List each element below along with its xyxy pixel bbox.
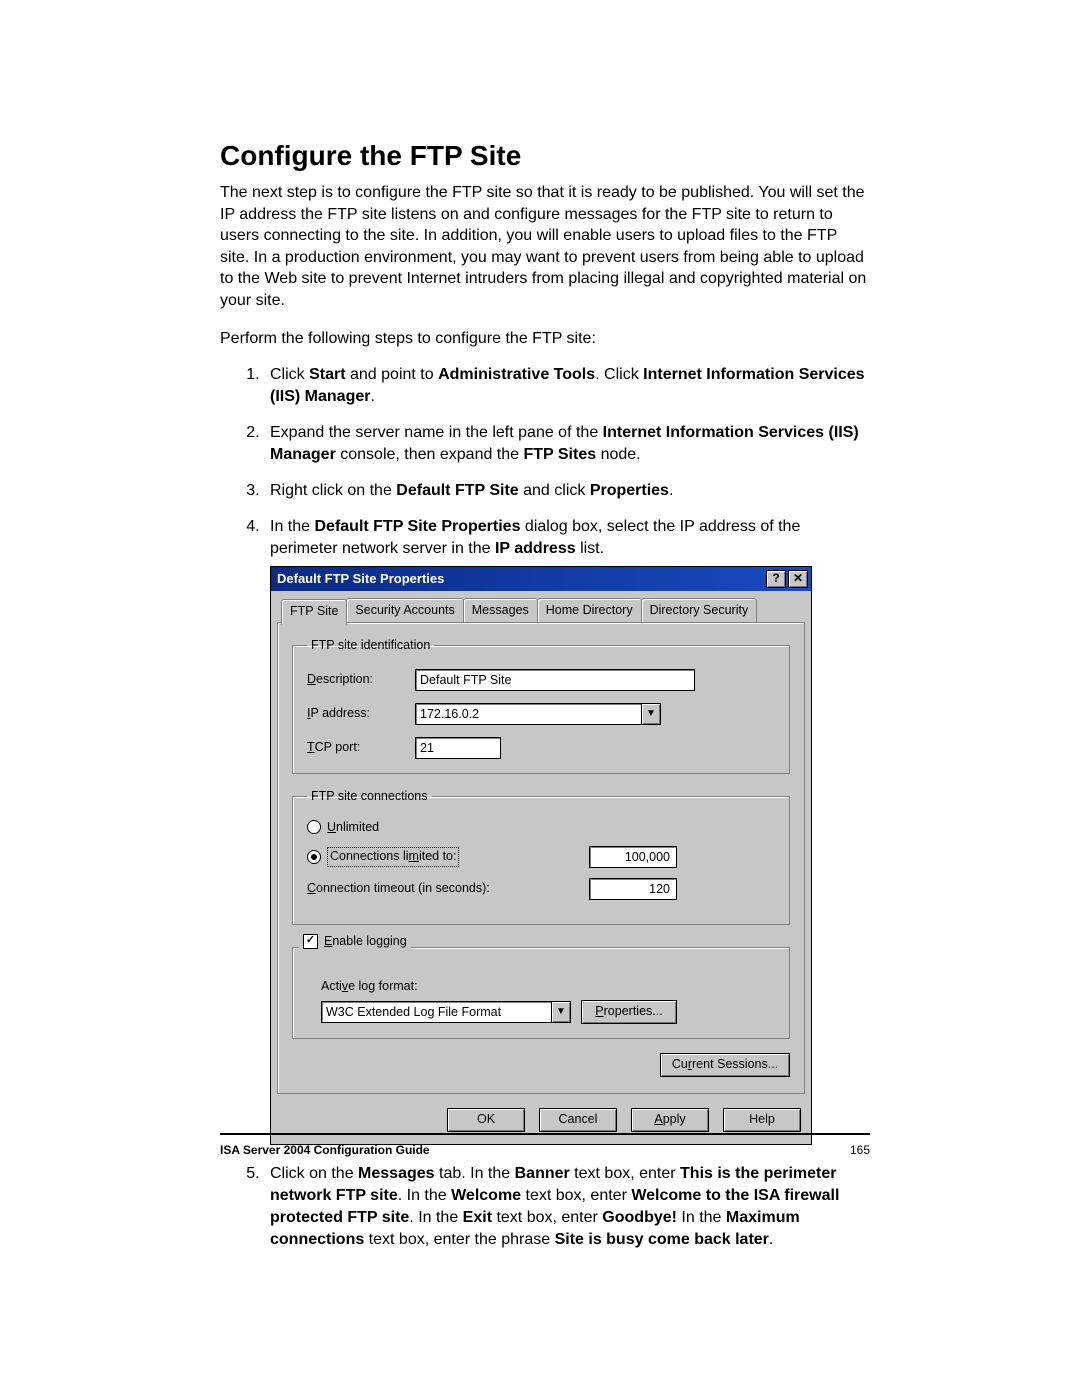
lead-paragraph: Perform the following steps to configure… bbox=[220, 330, 870, 348]
page-footer: ISA Server 2004 Configuration Guide 165 bbox=[220, 1133, 870, 1157]
dialog-title: Default FTP Site Properties bbox=[277, 570, 764, 588]
group-logging: ✓ Enable logging Active log format: ▼ bbox=[292, 939, 790, 1039]
input-description[interactable] bbox=[415, 669, 695, 691]
tab-messages[interactable]: Messages bbox=[463, 598, 538, 623]
checkbox-enable-logging[interactable]: ✓ Enable logging bbox=[299, 933, 411, 950]
properties-button[interactable]: Properties... bbox=[581, 1000, 677, 1024]
label-description: Description: bbox=[307, 671, 415, 688]
tab-home-directory[interactable]: Home Directory bbox=[537, 598, 642, 623]
label-active-log-format: Active log format: bbox=[321, 978, 775, 995]
cancel-button[interactable]: Cancel bbox=[539, 1108, 617, 1132]
radio-icon bbox=[307, 820, 321, 834]
close-button[interactable]: ✕ bbox=[788, 570, 808, 588]
step-5: Click on the Messages tab. In the Banner… bbox=[264, 1163, 870, 1251]
label-tcp-port: TCP port: bbox=[307, 739, 415, 756]
intro-paragraph: The next step is to configure the FTP si… bbox=[220, 182, 870, 312]
step-2: Expand the server name in the left pane … bbox=[264, 422, 870, 466]
group-ftp-connections: FTP site connections Unlimited Connectio… bbox=[292, 788, 790, 926]
current-sessions-button[interactable]: Current Sessions... bbox=[660, 1053, 790, 1077]
step-1: Click Start and point to Administrative … bbox=[264, 364, 870, 408]
group-ftp-identification: FTP site identification Description: IP … bbox=[292, 637, 790, 773]
input-tcp-port[interactable] bbox=[415, 737, 501, 759]
checkmark-icon: ✓ bbox=[303, 934, 318, 949]
tab-directory-security[interactable]: Directory Security bbox=[641, 598, 758, 623]
steps-list: Click Start and point to Administrative … bbox=[220, 364, 870, 1251]
apply-button[interactable]: Apply bbox=[631, 1108, 709, 1132]
input-connection-timeout[interactable] bbox=[589, 878, 677, 900]
help-button-bottom[interactable]: Help bbox=[723, 1108, 801, 1132]
tab-panel: FTP site identification Description: IP … bbox=[277, 622, 805, 1093]
label-connection-timeout: Connection timeout (in seconds): bbox=[307, 880, 490, 897]
footer-page-number: 165 bbox=[850, 1143, 870, 1157]
tabs-row: FTP Site Security Accounts Messages Home… bbox=[271, 591, 811, 622]
radio-unlimited[interactable]: Unlimited bbox=[307, 819, 775, 836]
dropdown-icon[interactable]: ▼ bbox=[642, 703, 661, 725]
radio-selected-icon bbox=[307, 850, 321, 864]
dialog-titlebar[interactable]: Default FTP Site Properties ? ✕ bbox=[271, 567, 811, 591]
properties-dialog: Default FTP Site Properties ? ✕ FTP Site… bbox=[270, 566, 812, 1145]
input-connection-limit[interactable] bbox=[589, 846, 677, 868]
document-page: Configure the FTP Site The next step is … bbox=[0, 0, 1080, 1397]
combo-ip-address[interactable]: ▼ bbox=[415, 703, 661, 725]
footer-title: ISA Server 2004 Configuration Guide bbox=[220, 1143, 430, 1157]
tab-security-accounts[interactable]: Security Accounts bbox=[346, 598, 463, 623]
help-button[interactable]: ? bbox=[766, 570, 786, 588]
step-3: Right click on the Default FTP Site and … bbox=[264, 480, 870, 502]
input-ip-address[interactable] bbox=[415, 703, 642, 725]
radio-limited[interactable]: Connections limited to: bbox=[307, 847, 459, 866]
combo-log-format[interactable]: ▼ bbox=[321, 1001, 571, 1023]
group-conn-legend: FTP site connections bbox=[307, 788, 432, 805]
section-heading: Configure the FTP Site bbox=[220, 140, 870, 172]
step-4: In the Default FTP Site Properties dialo… bbox=[264, 516, 870, 1145]
label-ip-address: IP address: bbox=[307, 705, 415, 722]
tab-ftp-site[interactable]: FTP Site bbox=[281, 599, 347, 625]
dropdown-icon[interactable]: ▼ bbox=[552, 1001, 571, 1023]
ok-button[interactable]: OK bbox=[447, 1108, 525, 1132]
input-log-format[interactable] bbox=[321, 1001, 552, 1023]
group-ident-legend: FTP site identification bbox=[307, 637, 434, 654]
